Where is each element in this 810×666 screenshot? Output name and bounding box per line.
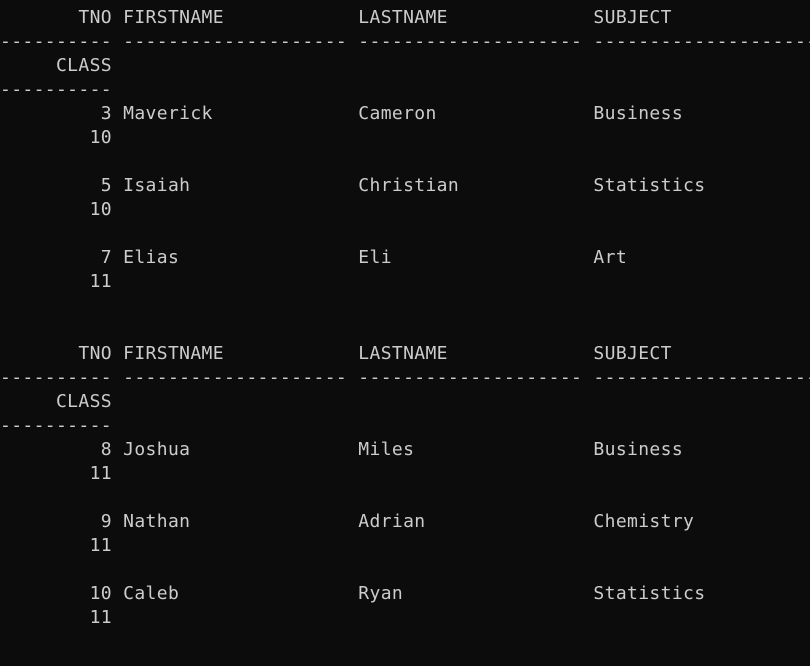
table-row-class: 10	[0, 199, 112, 220]
table-row: 7 Elias Eli Art	[0, 247, 628, 268]
header-separator-class: ----------	[0, 79, 112, 100]
header-row: TNO FIRSTNAME LASTNAME SUBJECT	[0, 7, 672, 28]
table-row: 8 Joshua Miles Business	[0, 439, 684, 460]
table-row-class: 11	[0, 607, 112, 628]
table-row-class: 11	[0, 463, 112, 484]
terminal-output[interactable]: TNO FIRSTNAME LASTNAME SUBJECT ---------…	[0, 6, 810, 666]
header-row-class: CLASS	[0, 391, 112, 412]
header-row: TNO FIRSTNAME LASTNAME SUBJECT	[0, 343, 672, 364]
header-separator: ---------- -------------------- --------…	[0, 367, 810, 388]
header-separator: ---------- -------------------- --------…	[0, 31, 810, 52]
table-row: 3 Maverick Cameron Business	[0, 103, 684, 124]
table-row-class: 11	[0, 271, 112, 292]
header-separator-class: ----------	[0, 415, 112, 436]
table-row: 5 Isaiah Christian Statistics	[0, 175, 706, 196]
header-row-class: CLASS	[0, 55, 112, 76]
table-row: 9 Nathan Adrian Chemistry	[0, 511, 695, 532]
table-row-class: 10	[0, 127, 112, 148]
table-row-class: 11	[0, 535, 112, 556]
table-row: 10 Caleb Ryan Statistics	[0, 583, 706, 604]
